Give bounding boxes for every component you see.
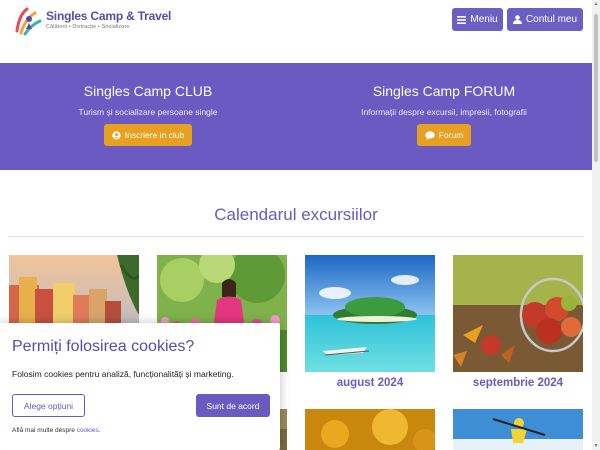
- scroll-down-icon[interactable]: ▼: [592, 442, 600, 450]
- choose-options-button[interactable]: Alege opțiuni: [12, 394, 85, 417]
- scrollbar-thumb[interactable]: [594, 14, 598, 162]
- cookie-more-text: Află mai multe despre: [12, 427, 75, 434]
- forum-label: Forum: [438, 130, 464, 140]
- forum-title: Singles Camp FORUM: [372, 83, 516, 99]
- cookie-more-info: Află mai multe despre cookies.: [12, 427, 101, 434]
- account-button[interactable]: Contul meu: [507, 8, 583, 31]
- cookie-text: Folosim cookies pentru analiză, funcțion…: [12, 369, 234, 379]
- cookie-consent-dialog: Permiți folosirea cookies? Folosim cooki…: [0, 323, 280, 450]
- menu-label: Meniu: [470, 14, 498, 25]
- calendar-divider: [8, 236, 584, 237]
- forum-subtitle: Informații despre excursii, impresii, fo…: [361, 107, 527, 117]
- brand[interactable]: Singles Camp & Travel Călătorii • Distra…: [46, 9, 171, 30]
- hero-banner: Singles Camp CLUB Turism și socializare …: [0, 63, 592, 170]
- cookie-title: Permiți folosirea cookies?: [12, 338, 195, 355]
- trip-card-image-skier[interactable]: [453, 409, 583, 450]
- forum-button[interactable]: Forum: [416, 124, 472, 146]
- account-label: Contul meu: [525, 14, 578, 25]
- cookie-policy-link[interactable]: cookies: [77, 427, 99, 434]
- accept-cookies-button[interactable]: Sunt de acord: [196, 394, 270, 417]
- trip-card-image-sunflowers[interactable]: [305, 409, 435, 450]
- user-icon: [512, 15, 522, 24]
- singles-camp-logo[interactable]: [13, 5, 43, 37]
- club-subtitle: Turism și socializare persoane single: [78, 107, 218, 117]
- cookie-more-suffix: .: [98, 427, 101, 434]
- chat-bubble-icon: [424, 130, 435, 140]
- club-title: Singles Camp CLUB: [83, 83, 213, 99]
- trip-card-image-autumn-apples[interactable]: [453, 255, 583, 372]
- scroll-up-icon[interactable]: ▲: [592, 0, 600, 8]
- join-club-button[interactable]: Inscriere in club: [103, 124, 193, 146]
- user-circle-icon: [112, 130, 121, 140]
- top-header: Singles Camp & Travel Călătorii • Distra…: [0, 0, 592, 40]
- join-club-label: Inscriere in club: [124, 130, 185, 140]
- calendar-title: Calendarul excursiilor: [214, 205, 378, 224]
- menu-button[interactable]: Meniu: [452, 8, 503, 31]
- club-section: Singles Camp CLUB Turism și socializare …: [0, 63, 296, 146]
- trip-card-image-tropical-island[interactable]: [305, 255, 435, 372]
- hamburger-icon: [457, 15, 467, 24]
- brand-title: Singles Camp & Travel: [46, 9, 172, 23]
- trip-card-label-september[interactable]: septembrie 2024: [453, 377, 583, 389]
- brand-subtitle: Călătorii • Distracție • Socializare: [46, 24, 130, 30]
- forum-section: Singles Camp FORUM Informații despre exc…: [296, 63, 592, 146]
- trip-card-label-august[interactable]: august 2024: [305, 377, 435, 389]
